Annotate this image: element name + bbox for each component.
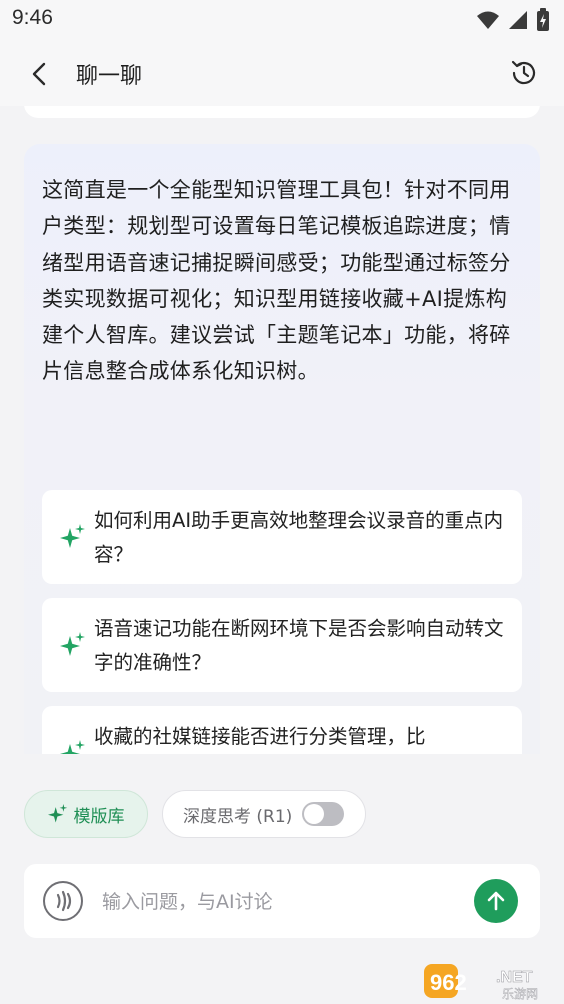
status-time: 9:46 (12, 6, 53, 29)
ai-message-card: 这简直是一个全能型知识管理工具包！针对不同用户类型：规划型可设置每日笔记模板追踪… (24, 144, 540, 754)
svg-text:962: 962 (430, 970, 467, 995)
previous-message-card (24, 106, 540, 118)
site-watermark-logo: 962 .NET 乐游网 (424, 964, 538, 1000)
chevron-left-icon (32, 62, 46, 86)
page-title: 聊一聊 (76, 64, 143, 89)
question-input[interactable] (100, 882, 464, 922)
status-icons (476, 8, 550, 32)
suggestion-item[interactable]: 收藏的社媒链接能否进行分类管理，比 (42, 706, 522, 754)
deep-think-label: 深度思考 (R1) (183, 806, 293, 827)
ai-message-text: 这简直是一个全能型知识管理工具包！针对不同用户类型：规划型可设置每日笔记模板追踪… (42, 178, 511, 384)
signal-icon (509, 11, 527, 29)
deep-think-toggle[interactable] (302, 802, 345, 826)
voice-icon (43, 881, 83, 921)
sparkle-icon (60, 740, 85, 754)
status-bar: 9:46 (0, 0, 564, 40)
battery-icon (537, 8, 549, 31)
sparkle-icon (60, 632, 85, 656)
sparkle-icon (60, 524, 85, 548)
voice-input-button[interactable] (42, 880, 84, 922)
send-button[interactable] (474, 879, 518, 923)
sparkle-icon (47, 804, 67, 823)
app-header: 聊一聊 (0, 40, 564, 106)
arrow-up-icon (487, 891, 505, 911)
template-library-button[interactable]: 模版库 (24, 790, 148, 838)
suggestion-text: 收藏的社媒链接能否进行分类管理，比 (94, 725, 426, 748)
back-button[interactable] (24, 58, 56, 90)
suggestion-item[interactable]: 语音速记功能在断网环境下是否会影响自动转文字的准确性？ (42, 598, 522, 692)
composer-bar (24, 864, 540, 938)
template-library-label: 模版库 (73, 806, 125, 827)
bottom-panel: 模版库 深度思考 (R1) 962 .NET 乐游网 (0, 754, 564, 1004)
chat-area[interactable]: 这简直是一个全能型知识管理工具包！针对不同用户类型：规划型可设置每日笔记模板追踪… (0, 106, 564, 754)
suggestion-item[interactable]: 如何利用AI助手更高效地整理会议录音的重点内容？ (42, 490, 522, 584)
suggestion-text: 如何利用AI助手更高效地整理会议录音的重点内容？ (94, 509, 504, 566)
history-icon (511, 60, 536, 85)
svg-text:乐游网: 乐游网 (502, 987, 538, 1000)
suggestion-text: 语音速记功能在断网环境下是否会影响自动转文字的准确性？ (94, 617, 504, 674)
history-button[interactable] (508, 57, 540, 89)
svg-text:.NET: .NET (496, 969, 533, 986)
wifi-icon (477, 11, 499, 29)
deep-think-option: 深度思考 (R1) (162, 790, 366, 838)
toggle-knob (304, 804, 325, 824)
